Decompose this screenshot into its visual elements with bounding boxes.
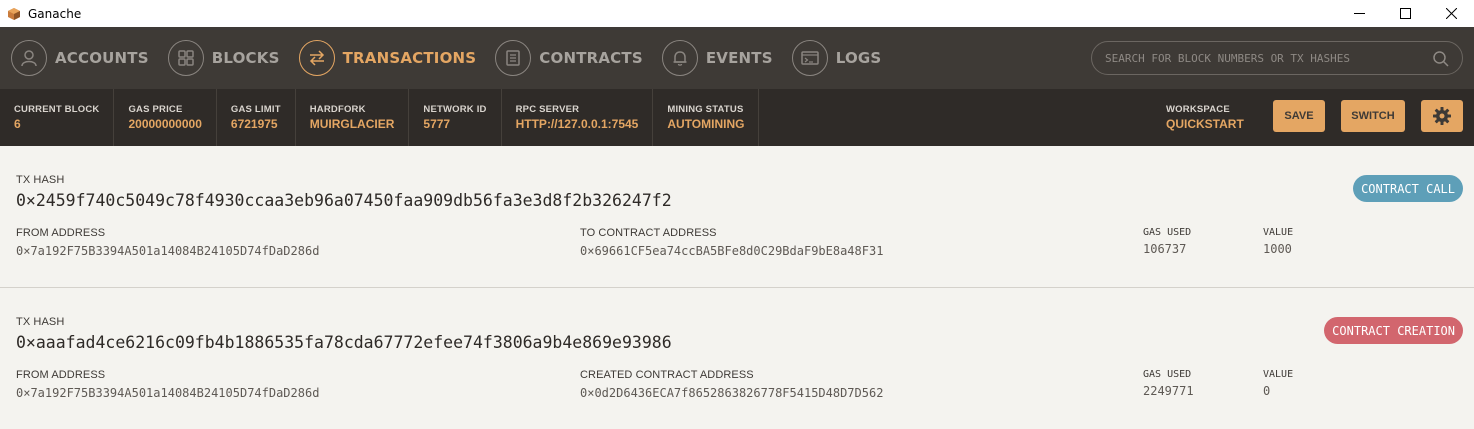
nav-transactions-label: TRANSACTIONS [342,49,477,67]
terminal-icon [791,40,828,76]
nav-accounts[interactable]: ACCOUNTS [11,27,149,89]
bell-icon [661,40,698,76]
gas-used-label: GAS USED [1143,369,1192,380]
nav-blocks-label: BLOCKS [211,49,280,67]
from-address: 0×7a192F75B3394A501a14084B24105D74fDaD28… [16,244,320,258]
search-box [1091,41,1463,75]
nav-contracts-label: CONTRACTS [539,49,643,67]
created-contract-address: 0×0d2D6436ECA7f8652863826778F5415D48D7D5… [580,386,884,400]
tx-hash: 0×2459f740c5049c78f4930ccaa3eb96a07450fa… [16,191,672,210]
stat-label: GAS PRICE [128,104,183,115]
stat-gas-limit: GAS LIMIT 6721975 [217,89,296,146]
transaction-row[interactable]: TX HASH 0×aaafad4ce6216c09fb4b1886535fa7… [0,288,1474,429]
stat-label: GAS LIMIT [230,104,281,115]
stat-label: NETWORK ID [423,104,487,115]
nav-logs[interactable]: LOGS [791,27,882,89]
stat-value: 5777 [423,117,451,131]
stat-value: HTTP://127.0.0.1:7545 [515,117,639,131]
stat-current-block: CURRENT BLOCK 6 [0,89,115,146]
status-bar: CURRENT BLOCK 6 GAS PRICE 20000000000 GA… [0,89,1474,146]
stat-value: 6 [14,117,21,131]
contract-call-badge: CONTRACT CALL [1353,175,1463,202]
to-contract-address-label: TO CONTRACT ADDRESS [580,227,717,239]
blocks-icon [167,40,204,76]
workspace-info: WORKSPACE QUICKSTART [1166,89,1244,146]
stat-network-id: NETWORK ID 5777 [409,89,502,146]
stat-hardfork: HARDFORK MUIRGLACIER [296,89,410,146]
search-icon[interactable] [1432,50,1450,68]
ganache-logo-icon [8,7,20,20]
created-contract-address-label: CREATED CONTRACT ADDRESS [580,369,754,381]
tx-hash-label: TX HASH [16,174,65,186]
save-button[interactable]: SAVE [1273,100,1325,132]
stat-value: AUTOMINING [667,117,745,131]
maximize-button[interactable] [1382,0,1428,27]
gear-icon [1433,107,1451,125]
stat-gas-price: GAS PRICE 20000000000 [114,89,217,146]
gas-used: 2249771 [1143,384,1194,398]
minimize-icon [1353,13,1365,14]
stat-value: MUIRGLACIER [309,117,395,131]
stat-label: CURRENT BLOCK [14,104,100,115]
gas-used-label: GAS USED [1143,227,1192,238]
minimize-button[interactable] [1336,0,1382,27]
nav-accounts-label: ACCOUNTS [55,49,149,67]
stat-label: RPC SERVER [515,104,580,115]
nav-transactions[interactable]: TRANSACTIONS [298,27,477,89]
contract-creation-badge: CONTRACT CREATION [1324,317,1463,344]
value: 1000 [1263,242,1292,256]
stat-label: MINING STATUS [667,104,744,115]
title-bar: Ganache [0,0,1474,27]
value-label: VALUE [1263,227,1294,238]
stat-value: 6721975 [230,117,278,131]
document-icon [495,40,532,76]
stat-rpc-server: RPC SERVER HTTP://127.0.0.1:7545 [502,89,654,146]
user-icon [11,40,47,76]
to-contract-address: 0×69661CF5ea74ccBA5BFe8d0C29BdaF9bE8a48F… [580,244,884,258]
from-address-label: FROM ADDRESS [16,227,106,239]
close-icon [1445,8,1457,19]
switch-button[interactable]: SWITCH [1341,100,1405,132]
tx-hash-label: TX HASH [16,316,65,328]
stat-mining-status: MINING STATUS AUTOMINING [653,89,760,146]
tx-hash: 0×aaafad4ce6216c09fb4b1886535fa78cda6777… [16,333,672,352]
value: 0 [1263,384,1271,398]
main-nav: ACCOUNTS BLOCKS TRANSACTIONS CONTRACTS E… [0,27,1474,89]
workspace-label: WORKSPACE [1166,104,1230,115]
nav-events-label: EVENTS [705,49,773,67]
settings-button[interactable] [1421,100,1463,132]
window-title: Ganache [28,6,82,21]
transaction-row[interactable]: TX HASH 0×2459f740c5049c78f4930ccaa3eb96… [0,146,1474,288]
close-button[interactable] [1428,0,1474,27]
nav-events[interactable]: EVENTS [661,27,773,89]
nav-contracts[interactable]: CONTRACTS [495,27,643,89]
gas-used: 106737 [1143,242,1187,256]
search-input[interactable] [1105,51,1425,65]
transfer-arrows-icon [298,40,335,76]
stat-label: HARDFORK [309,104,366,115]
value-label: VALUE [1263,369,1294,380]
from-address-label: FROM ADDRESS [16,369,106,381]
maximize-icon [1399,8,1411,19]
nav-logs-label: LOGS [835,49,882,67]
stat-value: 20000000000 [128,117,202,131]
workspace-name: QUICKSTART [1166,117,1244,131]
nav-blocks[interactable]: BLOCKS [167,27,280,89]
from-address: 0×7a192F75B3394A501a14084B24105D74fDaD28… [16,386,320,400]
